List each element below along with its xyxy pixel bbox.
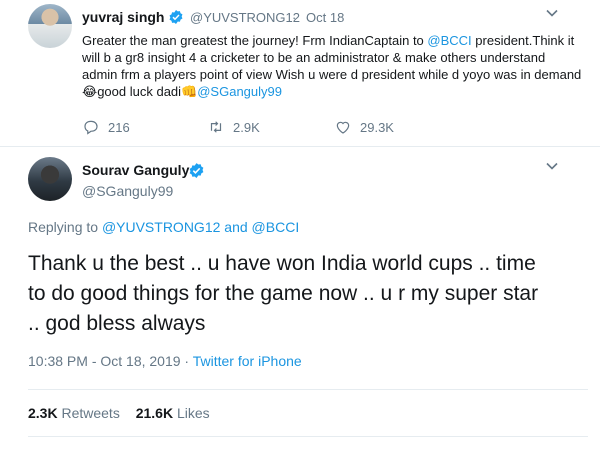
avatar-sourav[interactable] (28, 157, 72, 201)
chevron-down-icon[interactable] (545, 6, 559, 20)
mention-bcci[interactable]: @BCCI (427, 33, 471, 48)
tweet-text-line: to do good things for the game now .. u … (28, 282, 539, 305)
reply-button[interactable]: 216 (82, 118, 130, 136)
meta-divider (28, 389, 588, 390)
replying-and: and (220, 219, 252, 235)
like-count: 21.6K (135, 405, 174, 421)
reply-icon (84, 120, 98, 135)
tweet-text: Greater the man greatest the journey! Fr… (82, 32, 582, 101)
author-name[interactable]: yuvraj singh (82, 9, 164, 25)
tweet-text-line: .. god bless always (28, 312, 206, 335)
author-handle[interactable]: @YUVSTRONG12 (190, 10, 300, 25)
like-label: Likes (173, 405, 210, 421)
tweet-divider (0, 146, 600, 147)
like-button[interactable]: 29.3K (334, 118, 394, 136)
mention-sganguly[interactable]: @SGanguly99 (197, 84, 282, 99)
author-name[interactable]: Sourav Ganguly (82, 162, 189, 178)
tweet-text: Thank u the best .. u have won India wor… (28, 249, 588, 339)
verified-badge-icon (168, 9, 184, 30)
tweet-source[interactable]: Twitter for iPhone (193, 353, 302, 369)
chevron-down-icon[interactable] (545, 159, 559, 173)
tweet-date[interactable]: Oct 18 (306, 10, 344, 25)
tweet-meta: 10:38 PM - Oct 18, 2019 · Twitter for iP… (28, 353, 302, 369)
tweet-text-part: good luck dadi (97, 84, 182, 99)
avatar-yuvraj[interactable] (28, 4, 72, 48)
laugh-emoji: 😂 (82, 85, 98, 100)
tweet-timestamp[interactable]: 10:38 PM - Oct 18, 2019 (28, 353, 181, 369)
retweet-label: Retweets (57, 405, 120, 421)
tweet-text-part: Greater the man greatest the journey! Fr… (82, 33, 428, 48)
retweet-count: 2.9K (233, 119, 260, 135)
retweet-button[interactable]: 2.9K (207, 118, 260, 136)
stats-divider (28, 436, 588, 437)
reply-count: 216 (108, 119, 130, 135)
tweet-text-line: Thank u the best .. u have won India wor… (28, 252, 536, 275)
likes-stat[interactable]: 21.6K Likes (136, 405, 210, 421)
author-handle[interactable]: @SGanguly99 (82, 183, 173, 199)
retweet-icon (210, 121, 222, 133)
tweet-stats: 2.3K Retweets 21.6K Likes (28, 405, 210, 421)
retweets-stat[interactable]: 2.3K Retweets (28, 405, 120, 421)
retweet-count: 2.3K (28, 405, 58, 421)
replying-prefix: Replying to (28, 219, 102, 235)
verified-badge-icon (188, 162, 205, 184)
replying-to: Replying to @YUVSTRONG12 and @BCCI (28, 219, 299, 235)
fist-emoji: 👊 (181, 85, 198, 100)
separator-dot: · (292, 10, 297, 25)
mention-bcci[interactable]: @BCCI (252, 219, 300, 235)
like-icon (336, 121, 350, 134)
mention-yuvstrong[interactable]: @YUVSTRONG12 (102, 219, 220, 235)
like-count: 29.3K (360, 119, 394, 135)
meta-separator: · (180, 353, 193, 369)
